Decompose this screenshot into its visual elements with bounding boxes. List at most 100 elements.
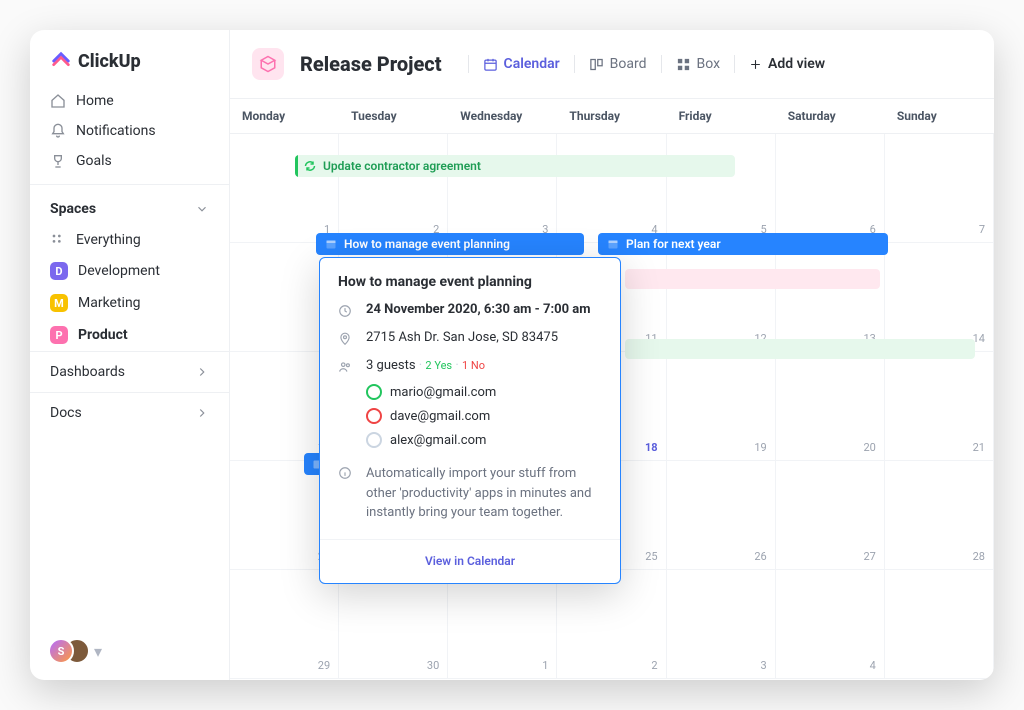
event-contractor-agreement[interactable]: Update contractor agreement — [295, 155, 735, 177]
guest-email: mario@gmail.com — [390, 385, 496, 400]
calendar-cell[interactable]: 19 — [667, 352, 776, 461]
tab-label: Board — [610, 56, 647, 72]
event-manage-event-planning[interactable]: How to manage event planning — [316, 233, 584, 255]
calendar-cell[interactable]: 2 — [557, 570, 666, 679]
calendar-cell[interactable]: 26 — [667, 461, 776, 570]
main: Release Project Calendar Board Box — [230, 30, 994, 680]
clickup-logo-icon — [50, 50, 72, 72]
popover-description: Automatically import your stuff from oth… — [366, 464, 602, 523]
spaces-header[interactable]: Spaces — [30, 184, 229, 225]
date-num: 26 — [754, 550, 766, 563]
event-bar-pink[interactable] — [625, 269, 880, 289]
calendar-cell[interactable]: 28 — [885, 461, 994, 570]
date-num: 20 — [863, 441, 875, 454]
event-bar-green[interactable] — [625, 339, 975, 359]
calendar-cell[interactable]: 30 — [339, 570, 448, 679]
date-num: 1 — [542, 659, 548, 672]
topbar: Release Project Calendar Board Box — [230, 30, 994, 99]
group-docs[interactable]: Docs — [30, 392, 229, 433]
calendar-cell[interactable]: 12 — [667, 243, 776, 352]
popover-guests-row: 3 guests · 2 Yes · 1 No — [320, 352, 620, 380]
date-num: 3 — [761, 659, 767, 672]
space-label: Marketing — [78, 295, 141, 311]
calendar-cell[interactable]: 14 — [885, 243, 994, 352]
calendar-cell[interactable]: 3 — [448, 134, 557, 243]
date-num: 25 — [645, 550, 657, 563]
space-label: Development — [78, 263, 160, 279]
guest-status-icon — [366, 384, 382, 400]
tab-calendar[interactable]: Calendar — [483, 56, 560, 72]
calendar-cell[interactable]: 3 — [667, 570, 776, 679]
calendar-cell[interactable]: 21 — [885, 352, 994, 461]
popover-location: 2715 Ash Dr. San Jose, SD 83475 — [366, 330, 558, 345]
sidebar: ClickUp Home Notifications Goals Spaces … — [30, 30, 230, 680]
sidebar-footer: ▾ — [30, 622, 229, 680]
view-in-calendar-link[interactable]: View in Calendar — [425, 554, 515, 568]
avatar-caret-icon[interactable]: ▾ — [94, 642, 102, 661]
tab-box[interactable]: Box — [676, 56, 721, 72]
add-view-button[interactable]: Add view — [749, 56, 825, 72]
tab-label: Add view — [768, 56, 825, 72]
guests-no: 1 No — [462, 359, 485, 372]
popover-datetime: 24 November 2020, 6:30 am - 7:00 am — [366, 302, 591, 317]
app-window: ClickUp Home Notifications Goals Spaces … — [30, 30, 994, 680]
brand-name: ClickUp — [78, 51, 141, 72]
project-cube-icon — [252, 48, 284, 80]
calendar-icon — [483, 57, 498, 72]
trophy-icon — [50, 153, 66, 169]
space-badge: P — [50, 326, 68, 344]
calendar-cell[interactable]: 1 — [230, 134, 339, 243]
project-title: Release Project — [300, 52, 442, 76]
user-avatar[interactable] — [48, 638, 74, 664]
calendar-cell[interactable]: 13 — [776, 243, 885, 352]
bell-icon — [50, 123, 66, 139]
calendar-cell[interactable]: 4 — [557, 134, 666, 243]
space-label: Everything — [76, 232, 141, 248]
day-header: Saturday — [776, 99, 885, 133]
calendar-cell[interactable]: 6 — [776, 134, 885, 243]
nav-notifications[interactable]: Notifications — [30, 116, 229, 146]
space-product[interactable]: P Product — [30, 319, 229, 351]
nav-goals[interactable]: Goals — [30, 146, 229, 176]
view-tabs: Calendar Board Box Add view — [468, 55, 826, 73]
date-num: 30 — [427, 659, 439, 672]
calendar-cell[interactable]: 2 — [339, 134, 448, 243]
space-marketing[interactable]: M Marketing — [30, 287, 229, 319]
location-pin-icon — [338, 332, 354, 346]
calendar-date-icon — [606, 237, 620, 251]
calendar-cell[interactable]: 1 — [448, 570, 557, 679]
guest-email: alex@gmail.com — [390, 433, 486, 448]
calendar-cell[interactable]: 27 — [776, 461, 885, 570]
popover-location-row: 2715 Ash Dr. San Jose, SD 83475 — [320, 324, 620, 352]
guest-row[interactable]: dave@gmail.com — [320, 404, 620, 428]
calendar-date-icon — [324, 237, 338, 251]
calendar-cell[interactable]: 20 — [776, 352, 885, 461]
tab-board[interactable]: Board — [589, 56, 647, 72]
event-label: Update contractor agreement — [323, 159, 481, 173]
calendar-cell[interactable]: 29 — [230, 570, 339, 679]
day-headers: Monday Tuesday Wednesday Thursday Friday… — [230, 99, 994, 134]
guest-row[interactable]: alex@gmail.com — [320, 428, 620, 452]
calendar: Monday Tuesday Wednesday Thursday Friday… — [230, 99, 994, 680]
brand-logo[interactable]: ClickUp — [30, 30, 229, 86]
event-plan-next-year[interactable]: Plan for next year — [598, 233, 888, 255]
group-label: Dashboards — [50, 364, 125, 380]
date-num: 21 — [973, 441, 985, 454]
guests-summary: 3 guests — [366, 358, 416, 373]
guest-row[interactable]: mario@gmail.com — [320, 380, 620, 404]
calendar-cell[interactable] — [885, 570, 994, 679]
space-everything[interactable]: Everything — [30, 225, 229, 255]
date-num: 2 — [651, 659, 657, 672]
day-header: Monday — [230, 99, 339, 133]
calendar-cell[interactable]: 4 — [776, 570, 885, 679]
chevron-right-icon — [195, 406, 209, 420]
calendar-cell[interactable]: 7 — [885, 134, 994, 243]
popover-datetime-row: 24 November 2020, 6:30 am - 7:00 am — [320, 296, 620, 324]
space-badge: M — [50, 294, 68, 312]
calendar-cell[interactable]: 5 — [667, 134, 776, 243]
event-label: How to manage event planning — [344, 237, 510, 251]
space-development[interactable]: D Development — [30, 255, 229, 287]
nav-home[interactable]: Home — [30, 86, 229, 116]
group-dashboards[interactable]: Dashboards — [30, 351, 229, 392]
group-label: Docs — [50, 405, 82, 421]
